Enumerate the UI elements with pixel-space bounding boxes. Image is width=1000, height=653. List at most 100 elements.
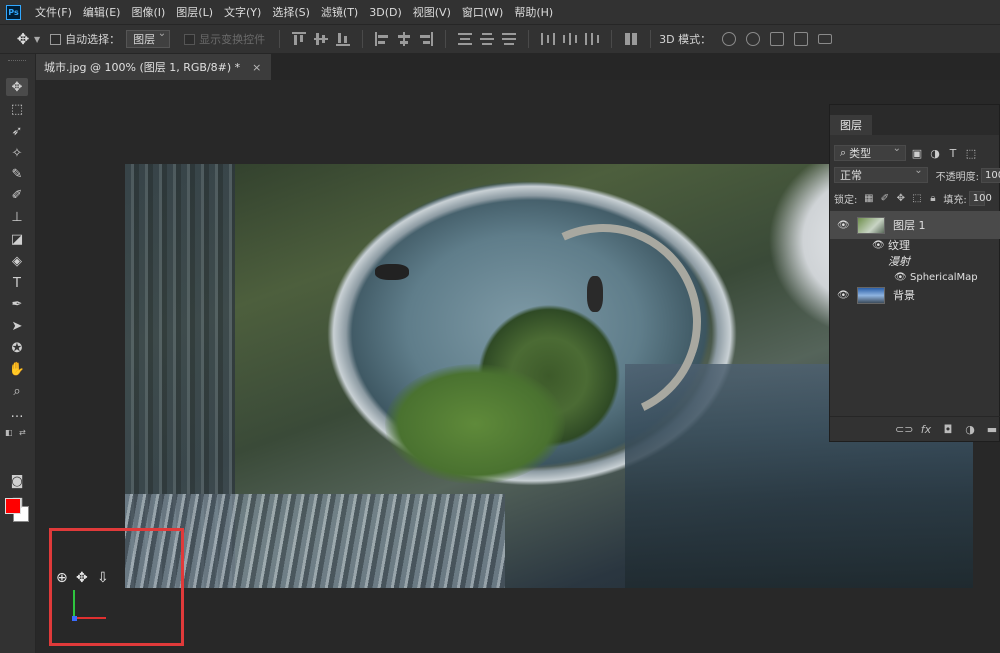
3d-slide-icon[interactable] xyxy=(794,32,809,46)
hand-icon[interactable]: ✋ xyxy=(6,360,28,378)
path-select-icon[interactable]: ➤ xyxy=(6,317,28,335)
lock-pixels-icon[interactable]: ✐ xyxy=(879,193,890,204)
fx-icon[interactable]: fx xyxy=(917,423,935,436)
mask-icon[interactable]: ◘ xyxy=(939,423,957,436)
marquee-icon[interactable]: ⬚ xyxy=(6,100,28,118)
lock-artboard-icon[interactable]: ⬚ xyxy=(911,193,922,204)
lock-all-icon[interactable]: 🔒︎ xyxy=(927,193,938,204)
fill-label: 填充: xyxy=(943,195,967,206)
pan-icon[interactable]: ✥ xyxy=(76,570,88,586)
divider xyxy=(445,30,447,48)
distribute-bottom-icon[interactable] xyxy=(501,32,517,46)
menu-view[interactable]: 视图(V) xyxy=(413,4,451,20)
3d-orbit-icon[interactable] xyxy=(722,32,737,46)
visibility-eye-icon[interactable]: 👁︎ xyxy=(894,272,908,283)
3d-roll-icon[interactable] xyxy=(746,32,761,46)
quick-mask-icon[interactable]: ◙ xyxy=(6,472,28,490)
photoshop-logo: Ps xyxy=(6,4,21,20)
distribute-top-icon[interactable] xyxy=(457,32,473,46)
menu-select[interactable]: 选择(S) xyxy=(272,4,310,20)
document-tab[interactable]: 城市.jpg @ 100% (图层 1, RGB/8#) * × xyxy=(36,54,272,80)
visibility-eye-icon[interactable]: 👁︎ xyxy=(837,220,851,231)
more-tools-icon[interactable]: … xyxy=(6,404,28,422)
layer-row-layer1[interactable]: 👁︎ 图层 1 xyxy=(830,211,1000,239)
bucket-icon[interactable]: ◈ xyxy=(6,252,28,270)
adjustment-layer-icon[interactable]: ◑ xyxy=(961,423,979,436)
distribute-vcenter-icon[interactable] xyxy=(479,32,495,46)
menu-file[interactable]: 文件(F) xyxy=(35,4,72,20)
document-tab-bar: 城市.jpg @ 100% (图层 1, RGB/8#) * × xyxy=(36,54,1000,80)
show-transform-label: 显示变换控件 xyxy=(199,33,266,46)
type-icon[interactable]: T xyxy=(6,274,28,292)
shape-icon[interactable]: ✪ xyxy=(6,339,28,357)
distribute-left-icon[interactable] xyxy=(540,32,556,46)
auto-align-icon[interactable] xyxy=(623,32,639,46)
eyedropper-icon[interactable]: ✎ xyxy=(6,165,28,183)
visibility-eye-icon[interactable]: 👁︎ xyxy=(837,290,851,301)
align-hcenter-icon[interactable] xyxy=(396,32,412,46)
auto-select-checkbox[interactable] xyxy=(50,33,62,45)
visibility-eye-icon[interactable]: 👁︎ xyxy=(872,240,886,251)
lock-position-icon[interactable]: ✥ xyxy=(895,193,906,204)
layer-row-sphericalmap[interactable]: 👁︎ SphericalMap xyxy=(830,269,1000,285)
menu-filter[interactable]: 滤镜(T) xyxy=(321,4,358,20)
layer-row-diffuse[interactable]: 漫射 xyxy=(830,253,1000,269)
link-icon[interactable]: ⊂⊃ xyxy=(895,423,913,436)
menu-type[interactable]: 文字(Y) xyxy=(224,4,261,20)
blend-mode-dropdown[interactable]: 正常 xyxy=(834,165,928,183)
orbit-icon[interactable]: ⊕ xyxy=(56,570,68,586)
tools-panel: ✥ ⬚ ➶ ✧ ✎ ✐ ⊥ ◪ ◈ T ✒ ➤ ✪ ✋ ⌕ … ◧ ⇄ ◙ ❐ xyxy=(0,54,36,653)
align-top-icon[interactable] xyxy=(291,32,307,46)
menu-help[interactable]: 帮助(H) xyxy=(514,4,553,20)
fill-input[interactable]: 100 xyxy=(968,191,992,206)
show-transform-checkbox[interactable] xyxy=(184,33,196,45)
move-icon[interactable]: ✥ xyxy=(6,78,28,96)
filter-shape-icon[interactable]: ⬚ xyxy=(964,146,978,160)
move-tool-preset-icon[interactable]: ✥ xyxy=(12,28,34,50)
distribute-hcenter-icon[interactable] xyxy=(562,32,578,46)
layer-row-texture[interactable]: 👁︎ 纹理 xyxy=(830,237,1000,253)
swap-colors-icon[interactable]: ⇄ xyxy=(19,428,26,437)
menu-layer[interactable]: 图层(L) xyxy=(176,4,213,20)
lock-row: 锁定: ▦ ✐ ✥ ⬚ 🔒︎ 填充: 100 xyxy=(830,191,1000,206)
lock-transparent-icon[interactable]: ▦ xyxy=(863,193,874,204)
chevron-down-icon[interactable]: ▼ xyxy=(34,35,40,44)
align-vcenter-icon[interactable] xyxy=(313,32,329,46)
3d-camera-icon[interactable] xyxy=(818,34,833,44)
filter-kind-dropdown[interactable]: ⌕ 类型 xyxy=(834,143,906,161)
zoom-icon[interactable]: ⌕ xyxy=(6,382,28,400)
foreground-color-swatch[interactable] xyxy=(5,498,21,514)
close-icon[interactable]: × xyxy=(252,61,261,74)
default-colors-icon[interactable]: ◧ xyxy=(5,428,13,437)
folder-icon[interactable]: ▬ xyxy=(983,423,1000,436)
menu-edit[interactable]: 编辑(E) xyxy=(83,4,121,20)
align-right-icon[interactable] xyxy=(418,32,434,46)
dolly-icon[interactable]: ⇩ xyxy=(97,570,109,586)
pen-icon[interactable]: ✒ xyxy=(6,295,28,313)
stamp-icon[interactable]: ⊥ xyxy=(6,208,28,226)
3d-drag-icon[interactable] xyxy=(770,32,785,46)
opacity-input[interactable]: 100 xyxy=(981,167,1000,183)
tab-layers[interactable]: 图层 xyxy=(830,115,872,135)
menu-3d[interactable]: 3D(D) xyxy=(369,6,402,19)
menu-window[interactable]: 窗口(W) xyxy=(462,4,503,20)
lasso-icon[interactable]: ➶ xyxy=(6,122,28,140)
divider xyxy=(528,30,530,48)
divider xyxy=(362,30,364,48)
eraser-icon[interactable]: ◪ xyxy=(6,230,28,248)
filter-adjustment-icon[interactable]: ◑ xyxy=(928,146,942,160)
divider xyxy=(650,30,652,48)
align-bottom-icon[interactable] xyxy=(335,32,351,46)
distribute-right-icon[interactable] xyxy=(584,32,600,46)
align-left-icon[interactable] xyxy=(374,32,390,46)
auto-select-dropdown[interactable]: 图层 xyxy=(126,28,171,48)
menu-image[interactable]: 图像(I) xyxy=(131,4,165,20)
magic-wand-icon[interactable]: ✧ xyxy=(6,144,28,162)
divider xyxy=(611,30,613,48)
filter-type-icon[interactable]: T xyxy=(946,146,960,160)
panel-grip[interactable] xyxy=(8,60,26,63)
brush-icon[interactable]: ✐ xyxy=(6,186,28,204)
axis-x xyxy=(74,617,106,619)
layer-row-background[interactable]: 👁︎ 背景 xyxy=(830,285,1000,305)
filter-pixel-icon[interactable]: ▣ xyxy=(910,146,924,160)
